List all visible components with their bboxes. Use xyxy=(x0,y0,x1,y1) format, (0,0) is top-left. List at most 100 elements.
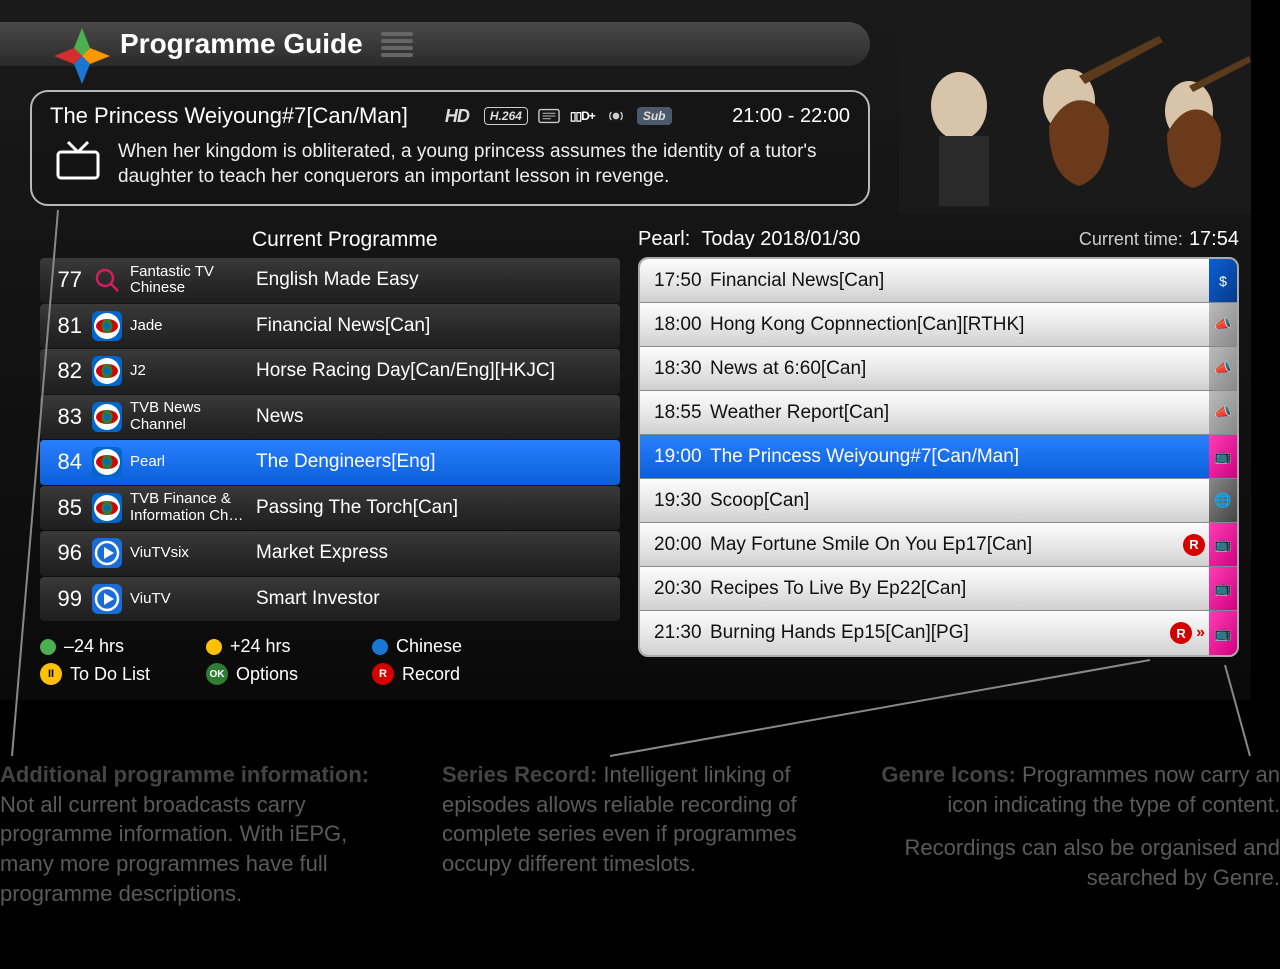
schedule-time: 18:30 xyxy=(640,358,710,380)
legend-item: OKOptions xyxy=(206,663,336,685)
legend-item: IITo Do List xyxy=(40,663,170,685)
channel-current-programme: Financial News[Can] xyxy=(256,315,430,337)
epg-window: Programme Guide The Princess Weiyoung#7[… xyxy=(0,0,1251,700)
channel-row[interactable]: 84PearlThe Dengineers[Eng] xyxy=(40,440,620,485)
legend-pill-icon: OK xyxy=(206,663,228,685)
channel-logo-icon xyxy=(92,356,122,386)
callout-additional-info: Additional programme information: Not al… xyxy=(0,760,390,908)
genre-icon: 📺 xyxy=(1209,567,1237,610)
channel-list-header: Current Programme xyxy=(40,228,620,258)
channel-logo-icon xyxy=(92,265,122,295)
current-time-label: Current time: xyxy=(1079,229,1183,250)
schedule-row[interactable]: 17:50Financial News[Can]$ xyxy=(640,259,1237,303)
channel-number: 85 xyxy=(40,495,84,521)
legend-label: Chinese xyxy=(396,636,462,657)
schedule-date: Today 2018/01/30 xyxy=(701,228,860,251)
callout-genre-icons: Genre Icons: Programmes now carry an ico… xyxy=(880,760,1280,893)
dolby-badge: ▯▯D+ xyxy=(570,109,595,123)
channel-list-column: Current Programme 77Fantastic TV Chinese… xyxy=(40,228,620,657)
channel-name: ViuTVsix xyxy=(130,545,248,562)
channel-number: 83 xyxy=(40,404,84,430)
channel-logo-icon xyxy=(92,493,122,523)
schedule-title: News at 6:60[Can] xyxy=(710,358,1205,380)
schedule-title: Weather Report[Can] xyxy=(710,402,1205,424)
legend-item: Chinese xyxy=(372,636,502,657)
schedule-column: Pearl: Today 2018/01/30 Current time: 17… xyxy=(638,228,1239,657)
legend-pill-icon: R xyxy=(372,663,394,685)
schedule-row[interactable]: 19:00The Princess Weiyoung#7[Can/Man]📺 xyxy=(640,435,1237,479)
genre-icon: $ xyxy=(1209,259,1237,302)
schedule-title: Financial News[Can] xyxy=(710,270,1205,292)
channel-row[interactable]: 99ViuTVSmart Investor xyxy=(40,577,620,622)
legend: –24 hrs +24 hrs Chinese IITo Do List OKOpti… xyxy=(40,636,502,685)
schedule-time: 17:50 xyxy=(640,270,710,292)
schedule-row[interactable]: 20:30Recipes To Live By Ep22[Can]📺 xyxy=(640,567,1237,611)
detail-description: When her kingdom is obliterated, a young… xyxy=(118,140,850,189)
channel-current-programme: Horse Racing Day[Can/Eng][HKJC] xyxy=(256,360,555,382)
schedule-time: 18:55 xyxy=(640,402,710,424)
channel-logo-icon xyxy=(92,584,122,614)
channel-name: Jade xyxy=(130,318,248,335)
schedule-row[interactable]: 19:30Scoop[Can]🌐 xyxy=(640,479,1237,523)
channel-name: TVB Finance & Information Ch… xyxy=(130,491,248,524)
callout-series-record: Series Record: Intelligent linking of ep… xyxy=(442,760,832,879)
channel-row[interactable]: 81 Jade Financial News[Can] xyxy=(40,304,620,349)
codec-badge: H.264 xyxy=(484,107,528,125)
schedule-title: The Princess Weiyoung#7[Can/Man] xyxy=(710,446,1205,468)
schedule-title: Hong Kong Copnnection[Can][RTHK] xyxy=(710,314,1205,336)
channel-name: TVB News Channel xyxy=(130,400,248,433)
legend-label: –24 hrs xyxy=(64,636,124,657)
schedule-markers: R xyxy=(1183,534,1209,556)
header-bar: Programme Guide xyxy=(0,22,870,66)
channel-current-programme: Passing The Torch[Can] xyxy=(256,497,458,519)
schedule-title: May Fortune Smile On You Ep17[Can] xyxy=(710,534,1183,556)
schedule-row[interactable]: 18:00Hong Kong Copnnection[Can][RTHK]📣 xyxy=(640,303,1237,347)
channel-row[interactable]: 77Fantastic TV ChineseEnglish Made Easy xyxy=(40,258,620,303)
genre-icon: 📣 xyxy=(1209,303,1237,346)
series-indicator-icon: » xyxy=(1196,624,1205,642)
schedule-header: Pearl: Today 2018/01/30 Current time: 17… xyxy=(638,228,1239,257)
schedule-row[interactable]: 18:55Weather Report[Can]📣 xyxy=(640,391,1237,435)
channel-number: 99 xyxy=(40,586,84,612)
legend-item: R Record xyxy=(372,663,502,685)
legend-dot-icon xyxy=(40,639,56,655)
channel-number: 96 xyxy=(40,540,84,566)
channel-row[interactable]: 96 ViuTVsix Market Express xyxy=(40,531,620,576)
channel-current-programme: English Made Easy xyxy=(256,269,419,291)
current-time-value: 17:54 xyxy=(1189,228,1239,251)
channel-logo-icon xyxy=(92,311,122,341)
genre-icon: 🌐 xyxy=(1209,479,1237,522)
schedule-time: 18:00 xyxy=(640,314,710,336)
channel-row[interactable]: 82 J2 Horse Racing Day[Can/Eng][HKJC] xyxy=(40,349,620,394)
subtitle-badge: Sub xyxy=(637,107,672,125)
channel-current-programme: Smart Investor xyxy=(256,588,380,610)
schedule-row[interactable]: 20:00May Fortune Smile On You Ep17[Can]R… xyxy=(640,523,1237,567)
channel-row[interactable]: 85 TVB Finance & Information Ch… Passing T… xyxy=(40,486,620,531)
schedule-time: 20:00 xyxy=(640,534,710,556)
channel-name: J2 xyxy=(130,363,248,380)
audio-icon xyxy=(605,108,627,124)
channel-number: 82 xyxy=(40,358,84,384)
record-marker-icon: R xyxy=(1170,622,1192,644)
detail-title: The Princess Weiyoung#7[Can/Man] xyxy=(50,103,408,129)
channel-number: 84 xyxy=(40,449,84,475)
genre-icon: 📣 xyxy=(1209,391,1237,434)
schedule-title: Scoop[Can] xyxy=(710,490,1205,512)
legend-label: Record xyxy=(402,664,460,685)
legend-dot-icon xyxy=(372,639,388,655)
channel-logo-icon xyxy=(92,402,122,432)
channel-logo-icon xyxy=(92,538,122,568)
legend-label: +24 hrs xyxy=(230,636,291,657)
legend-dot-icon xyxy=(206,639,222,655)
channel-current-programme: Market Express xyxy=(256,542,388,564)
channel-number: 81 xyxy=(40,313,84,339)
schedule-row[interactable]: 21:30Burning Hands Ep15[Can][PG]R»📺 xyxy=(640,611,1237,655)
schedule-title: Recipes To Live By Ep22[Can] xyxy=(710,578,1205,600)
cc-icon xyxy=(538,108,560,124)
legend-item: –24 hrs xyxy=(40,636,170,657)
schedule-time: 19:30 xyxy=(640,490,710,512)
page-title: Programme Guide xyxy=(120,28,363,60)
channel-row[interactable]: 83TVB News ChannelNews xyxy=(40,395,620,440)
schedule-markers: R» xyxy=(1170,622,1209,644)
schedule-row[interactable]: 18:30News at 6:60[Can]📣 xyxy=(640,347,1237,391)
